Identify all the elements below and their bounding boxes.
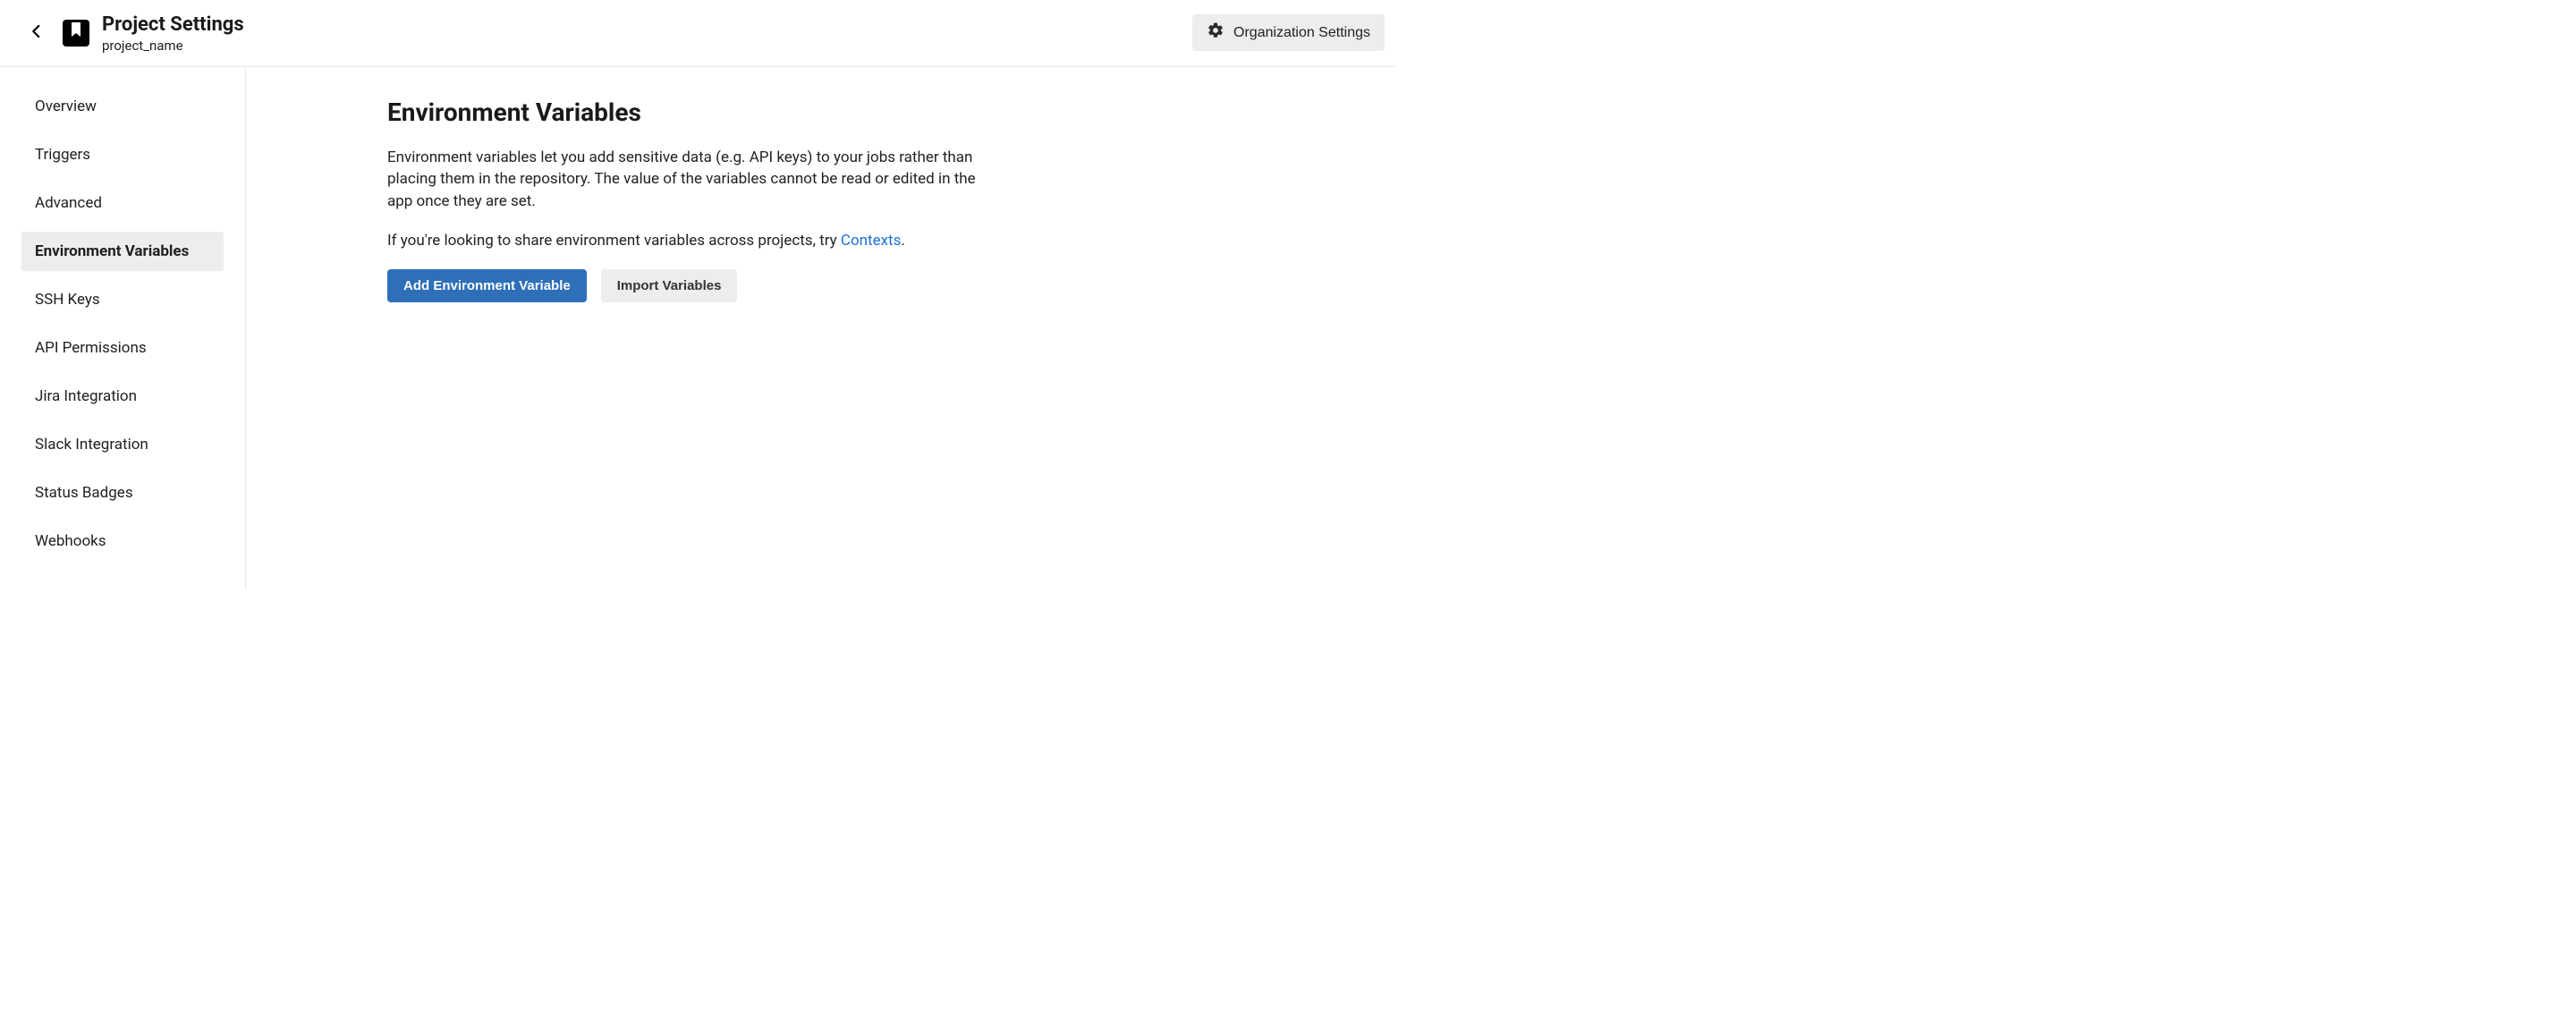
sidebar-item-status-badges[interactable]: Status Badges (21, 473, 224, 513)
sidebar-item-label: Environment Variables (35, 242, 189, 260)
section-description: Environment variables let you add sensit… (387, 147, 979, 213)
import-variables-button[interactable]: Import Variables (601, 269, 738, 302)
section-title: Environment Variables (387, 98, 979, 127)
sidebar-item-label: Webhooks (35, 532, 106, 550)
bookmark-icon (71, 22, 81, 40)
sidebar-item-jira-integration[interactable]: Jira Integration (21, 377, 224, 416)
sidebar-item-label: SSH Keys (35, 291, 100, 309)
contexts-link[interactable]: Contexts (841, 232, 902, 250)
header-left: Project Settings project_name (23, 13, 244, 54)
sidebar-item-webhooks[interactable]: Webhooks (21, 521, 224, 561)
sidebar-item-overview[interactable]: Overview (21, 87, 224, 126)
sidebar-item-label: Jira Integration (35, 387, 137, 405)
button-row: Add Environment Variable Import Variable… (387, 269, 979, 302)
sidebar-item-label: Advanced (35, 194, 102, 212)
chevron-left-icon (29, 23, 45, 42)
sidebar-item-environment-variables[interactable]: Environment Variables (21, 232, 224, 271)
sidebar-item-label: Overview (35, 98, 97, 115)
hint-suffix: . (901, 232, 904, 250)
sidebar-item-label: API Permissions (35, 339, 147, 357)
page-header: Project Settings project_name Organizati… (0, 0, 1395, 67)
project-name: project_name (102, 38, 244, 54)
add-environment-variable-button[interactable]: Add Environment Variable (387, 269, 587, 302)
settings-sidebar: Overview Triggers Advanced Environment V… (0, 67, 246, 589)
title-block: Project Settings project_name (102, 13, 244, 54)
sidebar-item-api-permissions[interactable]: API Permissions (21, 328, 224, 368)
hint-prefix: If you're looking to share environment v… (387, 232, 841, 250)
sidebar-item-label: Status Badges (35, 484, 133, 502)
project-icon (63, 20, 89, 47)
sidebar-item-ssh-keys[interactable]: SSH Keys (21, 280, 224, 319)
sidebar-item-advanced[interactable]: Advanced (21, 183, 224, 223)
sidebar-item-triggers[interactable]: Triggers (21, 135, 224, 174)
gear-icon (1207, 21, 1224, 44)
organization-settings-label: Organization Settings (1233, 25, 1370, 41)
main-content: Environment Variables Environment variab… (246, 67, 979, 589)
sidebar-item-label: Triggers (35, 146, 90, 164)
back-button[interactable] (23, 18, 50, 47)
section-hint: If you're looking to share environment v… (387, 232, 979, 250)
sidebar-item-slack-integration[interactable]: Slack Integration (21, 425, 224, 464)
sidebar-item-label: Slack Integration (35, 436, 148, 454)
page-title: Project Settings (102, 13, 244, 38)
organization-settings-button[interactable]: Organization Settings (1192, 14, 1385, 51)
